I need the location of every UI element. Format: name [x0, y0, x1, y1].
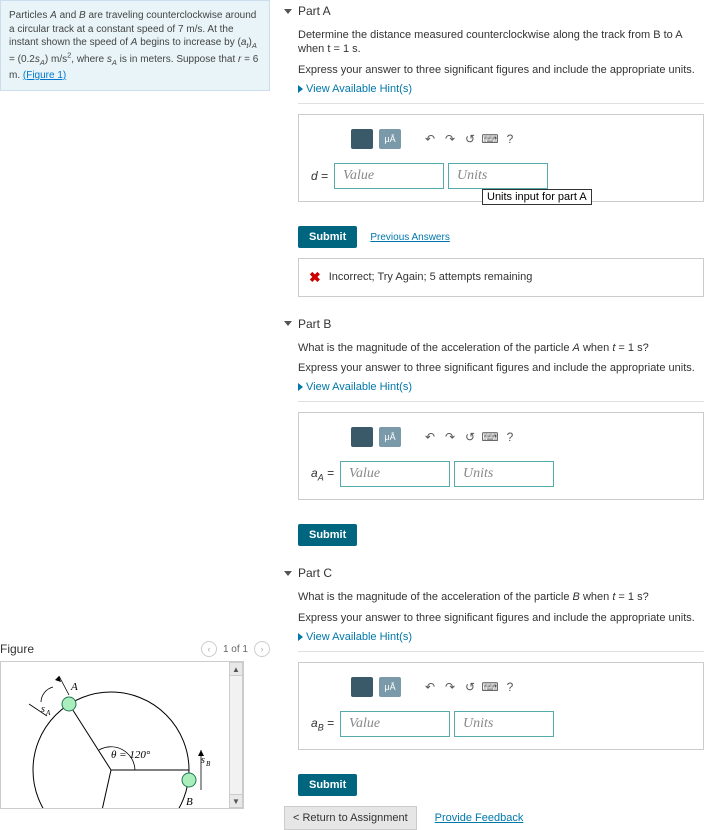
undo-icon[interactable]: ↶ — [423, 430, 437, 444]
part-b-title: Part B — [298, 317, 331, 331]
help-icon[interactable]: ? — [503, 680, 517, 694]
incorrect-icon: ✖ — [309, 269, 321, 286]
part-a-var-label: d = — [311, 169, 328, 183]
part-b-value-input[interactable]: Value — [340, 461, 450, 487]
part-a-prev-answers[interactable]: Previous Answers — [370, 232, 449, 243]
figure-next-button[interactable]: › — [254, 641, 270, 657]
part-a-submit-button[interactable]: Submit — [298, 226, 357, 248]
keyboard-icon[interactable]: ⌨ — [483, 132, 497, 146]
part-b-prompt: What is the magnitude of the acceleratio… — [298, 341, 704, 355]
part-a-feedback: ✖ Incorrect; Try Again; 5 attempts remai… — [298, 258, 704, 297]
units-tooltip: Units input for part A — [482, 189, 592, 205]
part-b-units-input[interactable]: Units — [454, 461, 554, 487]
figure-svg: A s A B s B r θ = 120° — [1, 661, 229, 809]
reset-icon[interactable]: ↺ — [463, 430, 477, 444]
figure-scroll-down[interactable]: ▼ — [229, 794, 243, 808]
redo-icon[interactable]: ↷ — [443, 680, 457, 694]
template-button[interactable] — [351, 427, 373, 447]
part-a-prompt: Determine the distance measured counterc… — [298, 28, 704, 57]
part-c-units-input[interactable]: Units — [454, 711, 554, 737]
figure-scroll-up[interactable]: ▲ — [229, 662, 243, 676]
label-B: B — [186, 796, 193, 808]
figure-pager: ‹ 1 of 1 › — [201, 641, 270, 657]
help-icon[interactable]: ? — [503, 430, 517, 444]
redo-icon[interactable]: ↷ — [443, 430, 457, 444]
chevron-right-icon — [298, 85, 303, 93]
symbols-button[interactable]: μÅ — [379, 427, 401, 447]
symbols-button[interactable]: μÅ — [379, 129, 401, 149]
reset-icon[interactable]: ↺ — [463, 680, 477, 694]
help-icon[interactable]: ? — [503, 132, 517, 146]
reset-icon[interactable]: ↺ — [463, 132, 477, 146]
svg-text:A: A — [45, 709, 51, 717]
part-a-instr: Express your answer to three significant… — [298, 63, 704, 77]
part-c-prompt: What is the magnitude of the acceleratio… — [298, 590, 704, 604]
part-c-hints[interactable]: View Available Hint(s) — [298, 631, 704, 643]
part-b-var-label: aA = — [311, 466, 334, 482]
undo-icon[interactable]: ↶ — [423, 132, 437, 146]
figure-prev-button[interactable]: ‹ — [201, 641, 217, 657]
chevron-right-icon — [298, 383, 303, 391]
keyboard-icon[interactable]: ⌨ — [483, 430, 497, 444]
chevron-down-icon — [284, 9, 292, 14]
label-sB: s — [201, 755, 205, 766]
part-b-submit-button[interactable]: Submit — [298, 524, 357, 546]
part-b-answer-panel: μÅ ↶ ↷ ↺ ⌨ ? aA = Value Units — [298, 412, 704, 500]
part-c-submit-button[interactable]: Submit — [298, 774, 357, 796]
chevron-right-icon — [298, 633, 303, 641]
part-b-hints[interactable]: View Available Hint(s) — [298, 381, 704, 393]
redo-icon[interactable]: ↷ — [443, 132, 457, 146]
part-a-title: Part A — [298, 4, 331, 18]
template-button[interactable] — [351, 129, 373, 149]
chevron-down-icon — [284, 571, 292, 576]
part-a-header[interactable]: Part A — [284, 0, 704, 22]
part-c-title: Part C — [298, 566, 332, 580]
chevron-down-icon — [284, 321, 292, 326]
part-c-value-input[interactable]: Value — [340, 711, 450, 737]
svg-text:B: B — [206, 760, 211, 768]
part-c-answer-panel: μÅ ↶ ↷ ↺ ⌨ ? aB = Value Units — [298, 662, 704, 750]
part-b-header[interactable]: Part B — [284, 313, 704, 335]
part-a-answer-panel: μÅ ↶ ↷ ↺ ⌨ ? d = Value Units Units input… — [298, 114, 704, 202]
part-c-var-label: aB = — [311, 716, 334, 732]
part-a-feedback-text: Incorrect; Try Again; 5 attempts remaini… — [329, 271, 533, 283]
part-a-hints[interactable]: View Available Hint(s) — [298, 83, 704, 95]
provide-feedback-link[interactable]: Provide Feedback — [435, 812, 524, 824]
part-a-value-input[interactable]: Value — [334, 163, 444, 189]
figure-canvas: A s A B s B r θ = 120° ▲ ▼ — [0, 661, 244, 809]
figure-link[interactable]: (Figure 1) — [23, 70, 66, 81]
return-button[interactable]: < Return to Assignment — [284, 806, 417, 830]
label-sA: s — [41, 704, 45, 715]
part-b-instr: Express your answer to three significant… — [298, 361, 704, 375]
problem-statement: Particles A and B are traveling counterc… — [0, 0, 270, 91]
undo-icon[interactable]: ↶ — [423, 680, 437, 694]
part-a-units-input[interactable]: Units — [448, 163, 548, 189]
figure-pager-text: 1 of 1 — [223, 644, 248, 655]
symbols-button[interactable]: μÅ — [379, 677, 401, 697]
label-theta: θ = 120° — [111, 749, 151, 761]
part-c-instr: Express your answer to three significant… — [298, 611, 704, 625]
figure-title: Figure — [0, 642, 34, 656]
part-c-header[interactable]: Part C — [284, 562, 704, 584]
keyboard-icon[interactable]: ⌨ — [483, 680, 497, 694]
label-A: A — [70, 681, 78, 693]
figure-scrollbar[interactable] — [229, 676, 243, 794]
template-button[interactable] — [351, 677, 373, 697]
